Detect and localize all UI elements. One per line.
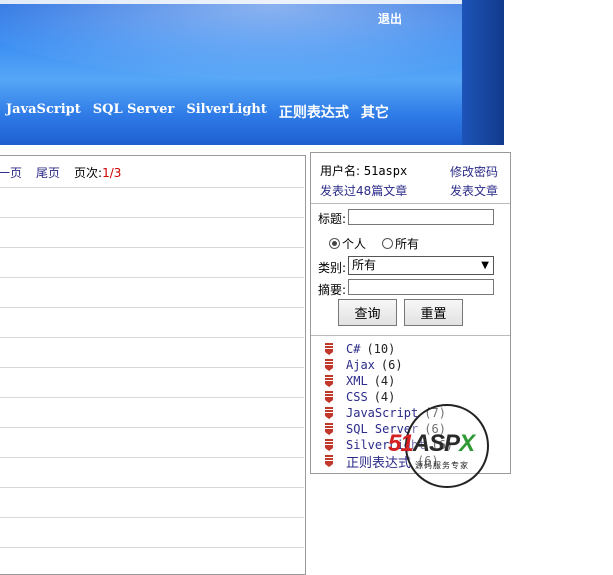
side-panel: 用户名: 51aspx 修改密码 发表过48篇文章 发表文章 标题: 个人 所有… [310,152,511,474]
change-password-link[interactable]: 修改密码 [450,163,498,180]
header-banner: 退出 JavaScript SQL Server SilverLight 正则表… [0,0,504,145]
posted-articles-link[interactable]: 发表过48篇文章 [320,182,407,199]
category-select[interactable]: 所有 ▼ [348,256,494,275]
category-count: (6) [424,422,446,436]
username-label: 用户名: [320,164,361,178]
bookmark-icon [324,374,334,388]
nav-item-javascript[interactable]: JavaScript [6,102,81,122]
scope-personal-label: 个人 [342,237,367,251]
bookmark-icon [324,406,334,420]
username-value: 51aspx [363,164,408,178]
category-item[interactable]: CSS (4) [324,389,395,405]
category-item[interactable]: JavaScript (7) [324,405,446,421]
query-button[interactable]: 查询 [338,299,397,326]
username-row: 用户名: 51aspx [320,162,407,179]
list-row-divider [0,487,304,488]
category-item[interactable]: 正则表达式 (6) [324,452,439,471]
category-count: (4) [373,374,396,388]
article-list: 一页 尾页 页次:1/3 [0,155,306,575]
category-name[interactable]: Ajax [346,358,375,372]
nav-item-silverlight[interactable]: SilverLight [186,102,267,122]
category-count: (6) [417,454,439,468]
category-item[interactable]: Ajax (6) [324,357,403,373]
reset-button[interactable]: 重置 [404,299,463,326]
summary-input[interactable] [348,279,494,295]
summary-label: 摘要: [318,283,347,297]
last-page-link[interactable]: 尾页 [36,166,60,180]
title-input[interactable] [348,209,494,225]
post-article-link[interactable]: 发表文章 [450,182,498,199]
scope-all-radio[interactable] [382,238,393,249]
bookmark-icon [324,438,334,452]
logout-link[interactable]: 退出 [378,10,402,27]
scope-all-option[interactable]: 所有 [382,235,419,252]
banner-right-strip [462,0,504,145]
category-list: C# (10) Ajax (6) XML (4) CSS (4) JavaScript (7) SQ… [311,336,510,472]
scope-personal-radio[interactable] [329,238,340,249]
category-selected-value: 所有 [352,258,377,272]
prev-page-link[interactable]: 一页 [0,166,22,180]
category-label: 类别: [318,261,347,275]
category-name[interactable]: 正则表达式 [346,452,411,471]
category-count: (4) [373,390,396,404]
list-row-divider [0,397,304,398]
pager: 一页 尾页 页次:1/3 [0,164,121,181]
list-row-divider [0,517,304,518]
category-item[interactable]: XML (4) [324,373,395,389]
category-item[interactable]: C# (10) [324,341,395,357]
scope-all-label: 所有 [395,237,420,251]
list-row-divider [0,187,304,188]
list-row-divider [0,337,304,338]
bookmark-icon [324,454,334,468]
category-count: (7) [424,406,446,420]
chevron-down-icon: ▼ [481,260,489,271]
bookmark-icon [324,342,334,356]
bookmark-icon [324,422,334,436]
category-count: (6) [380,358,403,372]
banner-gloss [0,0,504,80]
list-row-divider [0,217,304,218]
category-count: (10) [366,342,396,356]
category-name[interactable]: JavaScript [346,406,418,420]
list-row-divider [0,247,304,248]
category-name[interactable]: C# [346,342,360,356]
category-name[interactable]: XML [346,374,368,388]
list-row-divider [0,547,304,548]
category-count: (6) [431,438,454,452]
list-row-divider [0,307,304,308]
main-nav: JavaScript SQL Server SilverLight 正则表达式 … [6,102,401,122]
bookmark-icon [324,390,334,404]
page-label: 页次: [74,166,103,180]
list-row-divider [0,277,304,278]
search-form: 标题: 个人 所有 类别: 所有 ▼ 摘要: 查询 重置 [311,204,510,336]
nav-item-sql-server[interactable]: SQL Server [93,102,175,122]
page-number: 1/3 [102,166,122,180]
scope-personal-option[interactable]: 个人 [329,235,366,252]
category-item[interactable]: SQL Server (6) [324,421,446,437]
list-row-divider [0,457,304,458]
nav-item-other[interactable]: 其它 [361,102,389,122]
category-name[interactable]: CSS [346,390,368,404]
category-name[interactable]: SQL Server [346,422,418,436]
bookmark-icon [324,358,334,372]
user-info: 用户名: 51aspx 修改密码 发表过48篇文章 发表文章 [311,153,510,204]
list-row-divider [0,427,304,428]
list-row-divider [0,367,304,368]
nav-item-regex[interactable]: 正则表达式 [279,102,349,122]
title-label: 标题: [318,212,347,226]
category-name[interactable]: SilverLight [346,438,425,452]
